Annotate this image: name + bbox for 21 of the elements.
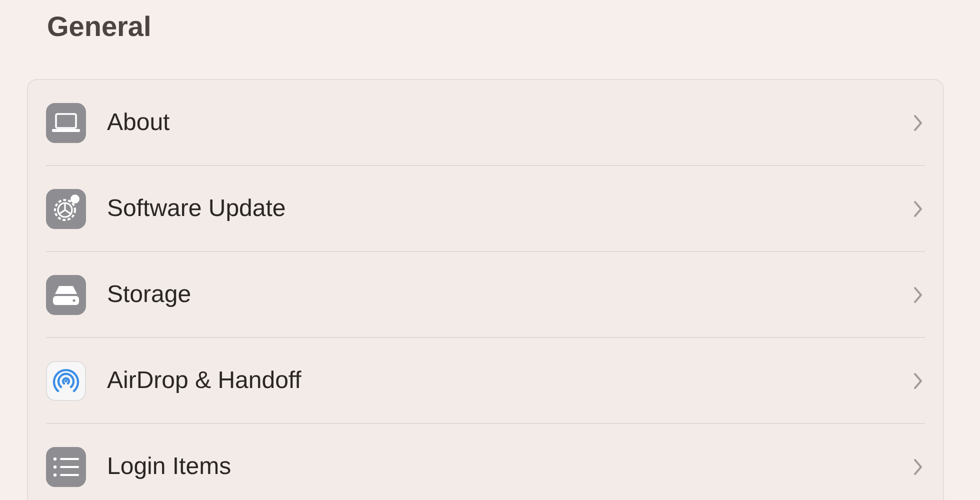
drive-icon — [46, 274, 86, 314]
section-title: General — [46, 10, 152, 44]
row-label: Software Update — [107, 194, 287, 224]
gear-icon — [46, 188, 86, 228]
laptop-icon — [46, 102, 86, 142]
settings-row[interactable]: Software Update — [46, 166, 925, 252]
row-label: Storage — [107, 280, 192, 310]
chevron-icon — [913, 458, 923, 476]
chevron-icon — [913, 114, 923, 132]
chevron-icon — [913, 372, 923, 390]
list-icon — [46, 447, 86, 487]
settings-row[interactable]: About — [46, 80, 925, 166]
chevron-icon — [913, 286, 923, 304]
row-label: Login Items — [107, 452, 232, 482]
airdrop-icon — [46, 360, 86, 400]
settings-row[interactable]: AirDrop & Handoff — [46, 338, 925, 424]
row-label: About — [107, 108, 171, 138]
chevron-icon — [913, 200, 923, 218]
row-label: AirDrop & Handoff — [107, 366, 302, 396]
settings-row[interactable]: Storage — [46, 252, 925, 338]
settings-row[interactable]: Login Items — [46, 424, 925, 500]
